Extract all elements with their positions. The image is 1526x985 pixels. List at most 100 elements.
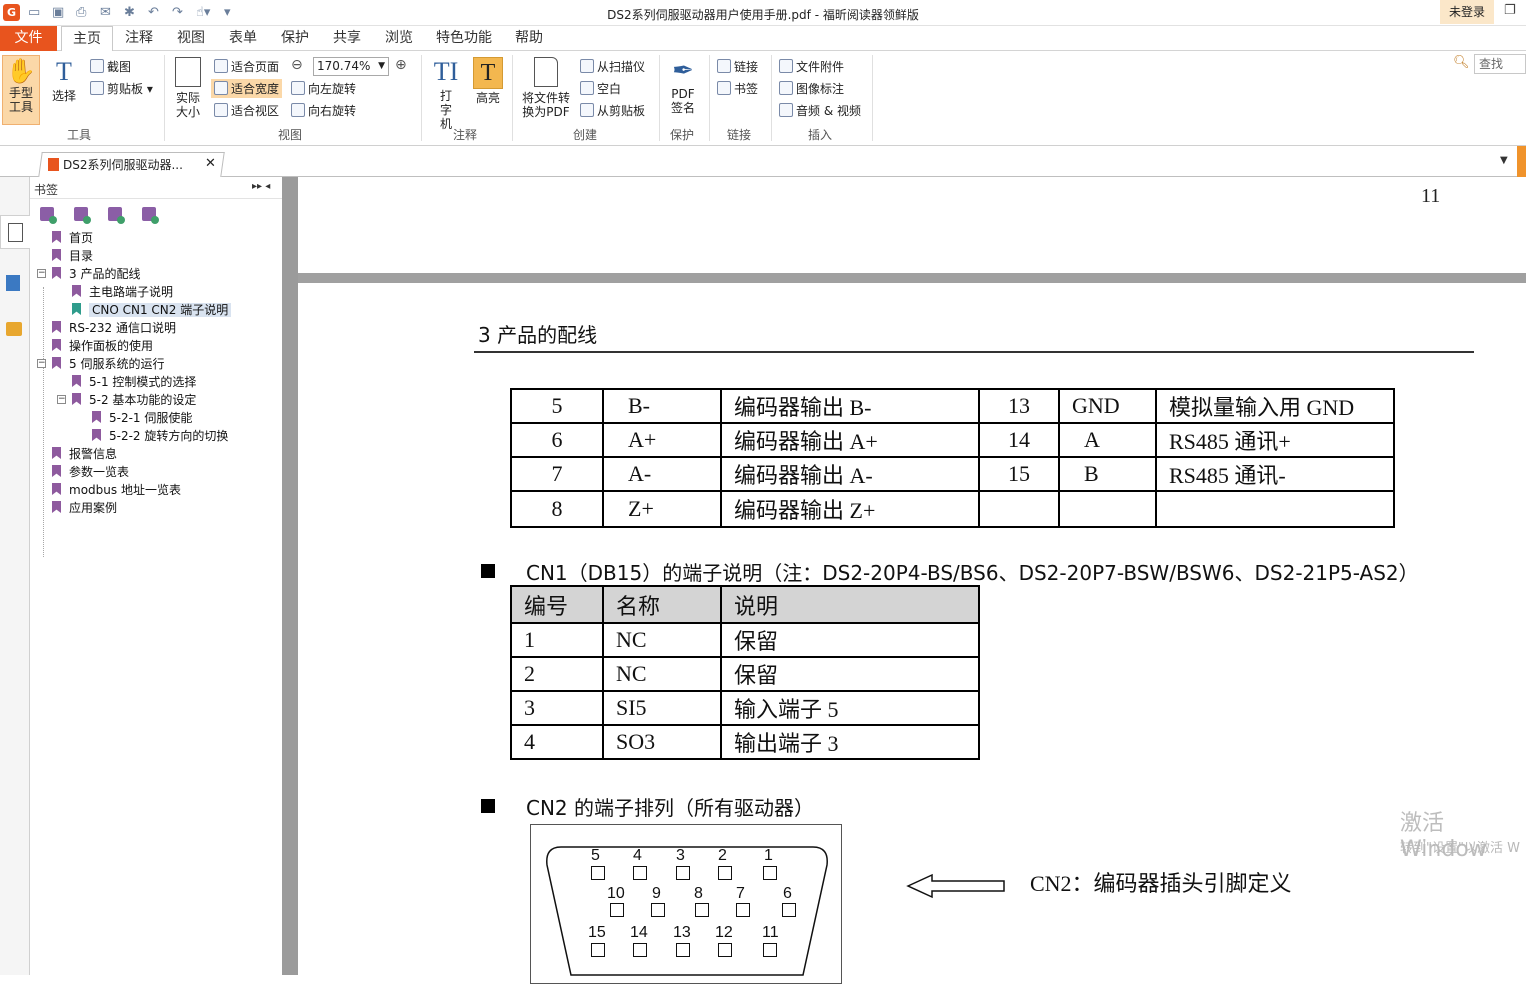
bookmark-item[interactable]: 首页 xyxy=(52,229,93,247)
menu-view[interactable]: 视图 xyxy=(168,26,214,51)
bookmark-item[interactable]: 5-2 基本功能的设定 xyxy=(72,391,196,409)
find-bookmark-icon[interactable] xyxy=(142,207,159,224)
table-cell: 保留 xyxy=(720,622,980,658)
screenshot-button[interactable]: 截图 xyxy=(90,58,131,75)
pdf-page-previous: 11 xyxy=(298,177,1526,273)
bookmark-icon xyxy=(92,411,101,423)
menu-form[interactable]: 表单 xyxy=(220,26,266,51)
menu-features[interactable]: 特色功能 xyxy=(428,26,500,51)
expand-bookmark-icon[interactable] xyxy=(108,207,125,224)
menu-protect[interactable]: 保护 xyxy=(272,26,318,51)
add-bookmark-icon[interactable] xyxy=(74,207,91,224)
blank-button[interactable]: 空白 xyxy=(580,80,621,97)
menu-share[interactable]: 共享 xyxy=(324,26,370,51)
rotate-left-button[interactable]: 向左旋转 xyxy=(291,80,356,97)
menu-help[interactable]: 帮助 xyxy=(506,26,552,51)
bookmark-item[interactable]: 3 产品的配线 xyxy=(52,265,140,283)
bookmarks-header: 书签 ▸▸ ◂ xyxy=(30,177,282,199)
zoom-out-icon[interactable]: ⊖ xyxy=(291,57,303,73)
comments-icon[interactable] xyxy=(6,322,22,336)
table-cell: 1 xyxy=(510,622,604,658)
bookmark-item[interactable]: modbus 地址一览表 xyxy=(52,481,181,499)
table-cell: 5 xyxy=(510,388,604,424)
bookmark-item[interactable]: 报警信息 xyxy=(52,445,117,463)
bookmark-icon xyxy=(72,375,81,387)
bookmark-item[interactable]: 5-2-1 伺服使能 xyxy=(92,409,192,427)
menu-file[interactable]: 文件 xyxy=(0,26,57,51)
pin-label: 6 xyxy=(783,885,792,902)
insert-group-label: 插入 xyxy=(807,128,832,142)
create-group-label: 创建 xyxy=(572,128,597,142)
zoom-select[interactable]: 170.74% ▼ xyxy=(313,57,389,76)
bookmark-icon xyxy=(92,429,101,441)
bookmark-item[interactable]: 操作面板的使用 xyxy=(52,337,153,355)
search-icon[interactable]: 🔍︎ xyxy=(1453,55,1470,70)
panel-collapse-icon[interactable]: ▸▸ ◂ xyxy=(252,181,270,192)
highlight-button[interactable]: T 高亮 xyxy=(470,55,506,125)
hand-tool-button[interactable]: ✋ 手型工具 xyxy=(2,55,40,125)
menu-comment[interactable]: 注释 xyxy=(116,26,162,51)
table-cell: 编码器输出 B- xyxy=(720,388,980,424)
tab-document-label[interactable]: DS2系列伺服驱动器... xyxy=(48,156,218,173)
document-view[interactable]: 11 3 产品的配线 5 B- 编码器输出 B- 13 GND 模拟量输入用 G… xyxy=(298,177,1526,984)
link-button[interactable]: 链接 xyxy=(717,58,758,75)
pin-label: 3 xyxy=(676,847,685,864)
zoom-in-icon[interactable]: ⊕ xyxy=(395,57,407,73)
panel-splitter[interactable] xyxy=(282,177,298,975)
login-button[interactable]: 未登录 xyxy=(1440,0,1494,24)
protect-group-label: 保护 xyxy=(669,128,694,142)
bookmark-item[interactable]: 参数一览表 xyxy=(52,463,129,481)
bookmark-item[interactable]: 目录 xyxy=(52,247,93,265)
bookmark-item-selected[interactable]: CNO CN1 CN2 端子说明 xyxy=(72,301,232,319)
fit-visible-button[interactable]: 适合视区 xyxy=(214,102,279,119)
menu-browse[interactable]: 浏览 xyxy=(376,26,422,51)
table-cell: GND xyxy=(1058,388,1157,424)
pin-label: 5 xyxy=(591,847,600,864)
pin-socket xyxy=(782,903,796,917)
fit-page-button[interactable]: 适合页面 xyxy=(214,58,279,75)
bookmark-button[interactable]: 书签 xyxy=(717,80,758,97)
convert-pdf-button[interactable]: 将文件转换为PDF xyxy=(518,55,574,125)
collapse-toggle-icon[interactable]: − xyxy=(37,359,46,368)
bookmark-item[interactable]: 5-1 控制模式的选择 xyxy=(72,373,196,391)
table-cell: A xyxy=(1058,422,1157,458)
from-clipboard-button[interactable]: 从剪贴板 xyxy=(580,102,645,119)
bookmark-item[interactable]: RS-232 通信口说明 xyxy=(52,319,176,337)
select-button[interactable]: T 选择 xyxy=(46,55,82,125)
pdf-sign-button[interactable]: ✒ PDF签名 xyxy=(664,55,702,125)
fit-width-button[interactable]: 适合宽度 xyxy=(211,79,283,98)
tab-list-dropdown-icon[interactable]: ▼ xyxy=(1500,155,1508,166)
table-cell: 2 xyxy=(510,656,604,692)
bookmark-item[interactable]: 5 伺服系统的运行 xyxy=(52,355,164,373)
divider xyxy=(709,55,710,141)
table-row: 1 NC 保留 xyxy=(510,622,980,658)
rotate-right-button[interactable]: 向右旋转 xyxy=(291,102,356,119)
pin-socket xyxy=(695,903,709,917)
from-scanner-button[interactable]: 从扫描仪 xyxy=(580,58,645,75)
delete-bookmark-icon[interactable] xyxy=(40,207,57,224)
pages-icon[interactable] xyxy=(8,223,23,242)
divider xyxy=(872,55,873,141)
restore-icon[interactable]: ❐ xyxy=(1504,3,1516,18)
table-row: 8 Z+ 编码器输出 Z+ xyxy=(510,490,1395,528)
audio-video-button[interactable]: 音频 & 视频 xyxy=(779,102,861,119)
collapse-toggle-icon[interactable]: − xyxy=(37,269,46,278)
typewriter-button[interactable]: TI 打字机 xyxy=(428,55,464,131)
image-annotation-button[interactable]: 图像标注 xyxy=(779,80,844,97)
bookmark-item[interactable]: 5-2-2 旋转方向的切换 xyxy=(92,427,228,445)
menu-home[interactable]: 主页 xyxy=(61,26,113,52)
paste-icon xyxy=(580,103,594,117)
bookmark-icon xyxy=(72,393,81,405)
file-attachment-button[interactable]: 文件附件 xyxy=(779,58,844,75)
collapse-toggle-icon[interactable]: − xyxy=(57,395,66,404)
actual-size-button[interactable]: 实际大小 xyxy=(170,55,206,125)
clipboard-button[interactable]: 剪贴板 ▾ xyxy=(90,80,153,97)
search-input[interactable]: 查找 xyxy=(1474,54,1526,74)
tab-close-icon[interactable]: ✕ xyxy=(205,156,216,171)
pin-label: 2 xyxy=(718,847,727,864)
layers-icon[interactable] xyxy=(6,275,20,291)
pin-socket xyxy=(763,943,777,957)
bookmark-item[interactable]: 主电路端子说明 xyxy=(72,283,173,301)
table-row: 2 NC 保留 xyxy=(510,656,980,692)
bookmark-item[interactable]: 应用案例 xyxy=(52,499,117,517)
